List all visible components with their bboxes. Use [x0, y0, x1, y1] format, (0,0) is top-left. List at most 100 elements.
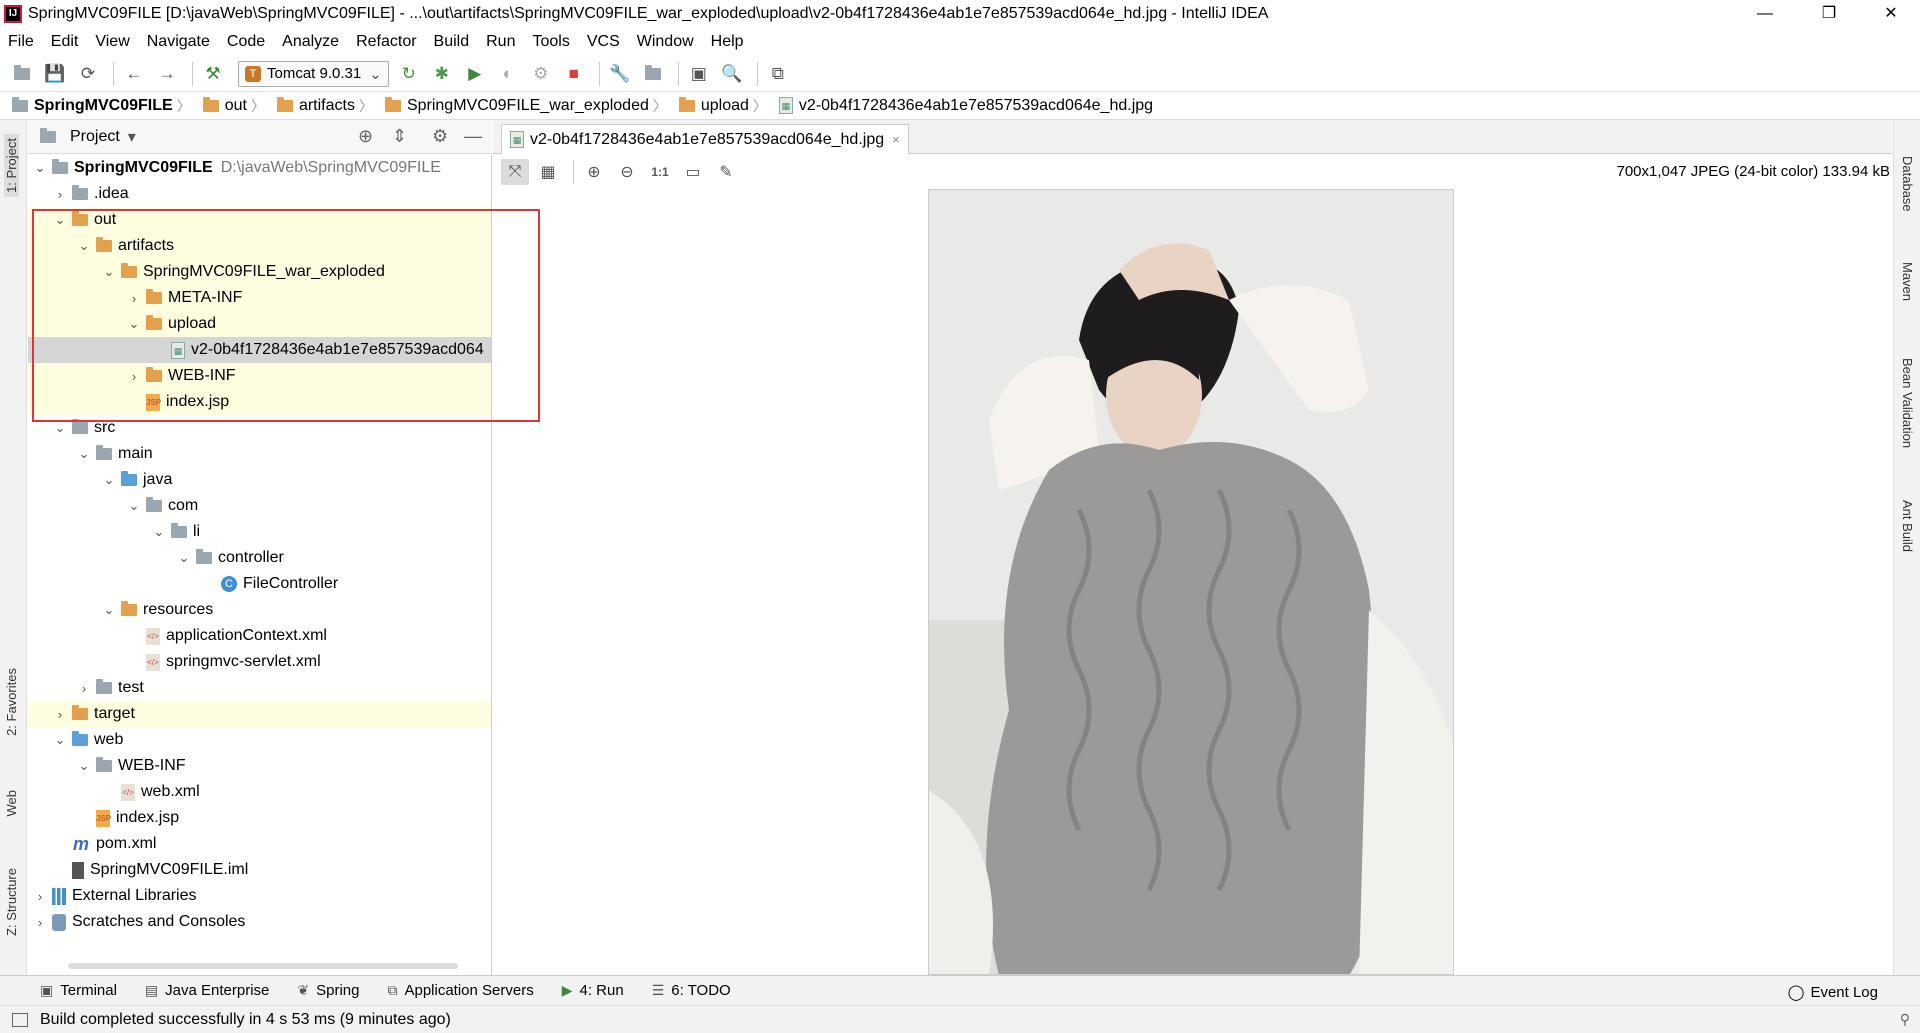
expand-arrow-icon[interactable]: ⌄ — [126, 498, 142, 514]
event-log-button[interactable]: ◯ Event Log — [1788, 983, 1878, 1002]
tree-row[interactable]: C FileController — [28, 571, 491, 597]
menu-build[interactable]: Build — [434, 33, 470, 51]
tree-row[interactable]: ⌄ controller — [28, 545, 491, 571]
breadcrumb-item[interactable]: SpringMVC09FILE_war_exploded 〉 — [384, 96, 675, 116]
expand-arrow-icon[interactable]: ⌄ — [176, 550, 192, 566]
menu-file[interactable]: File — [8, 33, 34, 51]
breadcrumb-item[interactable]: SpringMVC09FILE 〉 — [12, 96, 199, 116]
menu-navigate[interactable]: Navigate — [147, 33, 210, 51]
expand-arrow-icon[interactable]: › — [126, 291, 142, 306]
collapse-all-icon[interactable]: ⇕ — [392, 126, 407, 147]
tree-row[interactable]: m pom.xml — [28, 831, 491, 857]
tree-row[interactable]: ⌄ li — [28, 519, 491, 545]
zoom-out-icon[interactable]: ⊖ — [613, 159, 641, 185]
tree-row[interactable]: ⌄ com — [28, 493, 491, 519]
tree-row[interactable]: </> applicationContext.xml — [28, 623, 491, 649]
expand-arrow-icon[interactable]: ⌄ — [76, 446, 92, 462]
tool-tab-application-servers[interactable]: ⧉ Application Servers — [387, 982, 533, 999]
project-panel-title[interactable]: Project — [70, 128, 120, 146]
tool-tab-bean-validation[interactable]: Bean Validation — [1900, 358, 1915, 448]
tree-row[interactable]: › META-INF — [28, 285, 491, 311]
menu-code[interactable]: Code — [227, 33, 265, 51]
tool-tab-favorites[interactable]: 2: Favorites — [4, 668, 19, 736]
tree-row[interactable]: ⌄ out — [28, 207, 491, 233]
tree-row[interactable]: › Scratches and Consoles — [28, 909, 491, 935]
expand-arrow-icon[interactable]: › — [52, 707, 68, 722]
menu-refactor[interactable]: Refactor — [356, 33, 416, 51]
tree-row[interactable]: › target — [28, 701, 491, 727]
breadcrumb-item[interactable]: out 〉 — [202, 96, 273, 116]
menu-view[interactable]: View — [95, 33, 129, 51]
expand-arrow-icon[interactable]: ⌄ — [52, 212, 68, 228]
tree-row[interactable]: ⌄ artifacts — [28, 233, 491, 259]
grid-icon[interactable]: ▦ — [534, 159, 562, 185]
tool-tab-structure[interactable]: Z: Structure — [4, 868, 19, 936]
build-hammer-icon[interactable]: ⚒ — [199, 60, 227, 88]
expand-arrow-icon[interactable]: › — [32, 915, 48, 930]
tool-tab-project[interactable]: 1: Project — [4, 134, 19, 197]
run-configuration-select[interactable]: T Tomcat 9.0.31 ⌄ — [238, 60, 389, 87]
save-icon[interactable]: 💾 — [41, 60, 69, 88]
tree-row[interactable]: ⌄ SpringMVC09FILE D:\javaWeb\SpringMVC09FI… — [28, 155, 491, 181]
debug-bug-icon[interactable]: ✱ — [428, 60, 456, 88]
expand-arrow-icon[interactable]: ⌄ — [76, 758, 92, 774]
expand-arrow-icon[interactable]: › — [52, 187, 68, 202]
tree-row[interactable]: ⌄ SpringMVC09FILE_war_exploded — [28, 259, 491, 285]
search-icon[interactable]: 🔍 — [718, 60, 746, 88]
tree-row[interactable]: › WEB-INF — [28, 363, 491, 389]
rerun-icon[interactable]: ↻ — [395, 60, 423, 88]
chevron-down-icon[interactable]: ▾ — [128, 127, 136, 147]
expand-arrow-icon[interactable]: ⌄ — [101, 602, 117, 618]
menu-edit[interactable]: Edit — [51, 33, 79, 51]
fit-window-icon[interactable]: ▭ — [679, 159, 707, 185]
breadcrumb-item[interactable]: upload 〉 — [678, 96, 775, 116]
menu-vcs[interactable]: VCS — [587, 33, 620, 51]
color-picker-icon[interactable]: ✎ — [712, 159, 740, 185]
settings-wrench-icon[interactable]: 🔧 — [606, 60, 634, 88]
open-folder-icon[interactable] — [8, 60, 36, 88]
breadcrumb-item[interactable]: artifacts 〉 — [276, 96, 381, 116]
locate-target-icon[interactable]: ⊕ — [358, 126, 373, 147]
menu-help[interactable]: Help — [711, 33, 744, 51]
minimize-icon[interactable]: — — [1736, 0, 1794, 28]
memory-indicator-icon[interactable]: ⚲ — [1900, 1011, 1910, 1028]
tree-row[interactable]: ⌄ resources — [28, 597, 491, 623]
attach-icon[interactable]: ⚙ — [527, 60, 555, 88]
back-icon[interactable]: ← — [120, 60, 148, 88]
hide-panel-icon[interactable]: — — [464, 126, 482, 147]
horizontal-scrollbar[interactable] — [68, 963, 458, 969]
translate-icon[interactable]: ⧉ — [764, 60, 792, 88]
expand-arrow-icon[interactable]: ⌄ — [101, 264, 117, 280]
tree-row[interactable]: ⌄ WEB-INF — [28, 753, 491, 779]
run-coverage-icon[interactable]: ▶ — [461, 60, 489, 88]
expand-arrow-icon[interactable]: ⌄ — [101, 472, 117, 488]
close-window-icon[interactable]: ✕ — [1862, 0, 1920, 28]
menu-window[interactable]: Window — [637, 33, 694, 51]
stop-icon[interactable]: ■ — [560, 60, 588, 88]
tree-row[interactable]: </> springmvc-servlet.xml — [28, 649, 491, 675]
menu-run[interactable]: Run — [486, 33, 515, 51]
tool-tab-web[interactable]: Web — [4, 790, 19, 817]
expand-arrow-icon[interactable]: ⌄ — [52, 420, 68, 436]
menu-tools[interactable]: Tools — [532, 33, 569, 51]
tool-tab-maven[interactable]: Maven — [1900, 262, 1915, 301]
actual-size-icon[interactable]: 1:1 — [646, 159, 674, 185]
breadcrumb-item[interactable]: ▦ v2-0b4f1728436e4ab1e7e857539acd064e_hd.… — [778, 97, 1153, 115]
menu-analyze[interactable]: Analyze — [282, 33, 339, 51]
expand-arrow-icon[interactable]: ⌄ — [52, 732, 68, 748]
tree-row[interactable]: ⌄ src — [28, 415, 491, 441]
sync-icon[interactable]: ⟳ — [74, 60, 102, 88]
tree-row[interactable]: › .idea — [28, 181, 491, 207]
tool-tab-spring[interactable]: ❦ Spring — [297, 982, 359, 999]
tool-tab-database[interactable]: Database — [1900, 156, 1915, 212]
terminal-window-icon[interactable]: ▣ — [685, 60, 713, 88]
tree-row[interactable]: JSP index.jsp — [28, 389, 491, 415]
editor-tab-image[interactable]: ▦ v2-0b4f1728436e4ab1e7e857539acd064e_hd… — [501, 124, 909, 154]
forward-icon[interactable]: → — [153, 60, 181, 88]
tree-row[interactable]: JSP index.jsp — [28, 805, 491, 831]
zoom-in-icon[interactable]: ⊕ — [580, 159, 608, 185]
expand-arrow-icon[interactable]: ⌄ — [126, 316, 142, 332]
expand-arrow-icon[interactable]: ⌄ — [32, 160, 48, 176]
fit-zoom-icon[interactable]: ⤧ — [501, 159, 529, 185]
tree-row[interactable]: ⌄ main — [28, 441, 491, 467]
